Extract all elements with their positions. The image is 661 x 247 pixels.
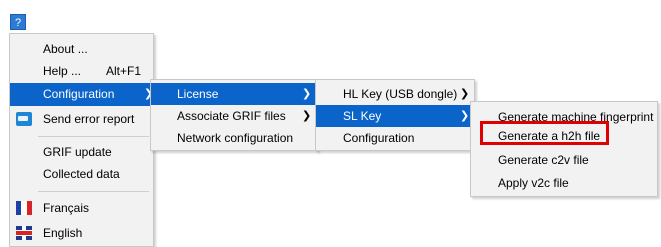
help-button[interactable]: ? — [10, 14, 26, 30]
menu-item-francais[interactable]: Français — [10, 197, 153, 219]
menu-item-label: SL Key — [343, 109, 382, 123]
license-submenu: HL Key (USB dongle) ❯ SL Key ❯ Configura… — [315, 79, 475, 151]
sl-key-submenu: Generate machine fingerprint Generate a … — [470, 101, 658, 197]
menu-item-english[interactable]: English — [10, 222, 153, 244]
menu-item-hl-key[interactable]: HL Key (USB dongle) ❯ — [316, 83, 474, 105]
submenu-arrow-icon: ❯ — [302, 110, 312, 122]
main-menu: About ... Help ... Alt+F1 Configuration … — [9, 33, 154, 247]
menu-item-collected-data[interactable]: Collected data — [10, 163, 153, 185]
menu-separator — [38, 191, 149, 192]
submenu-arrow-icon: ❯ — [460, 110, 470, 122]
menu-item-generate-h2h-file[interactable]: Generate a h2h file — [471, 125, 657, 147]
menu-item-about[interactable]: About ... — [10, 38, 153, 60]
menu-item-label: Send error report — [43, 112, 135, 126]
menu-item-label: License — [177, 87, 219, 101]
submenu-arrow-icon: ❯ — [302, 88, 312, 100]
menu-item-label: Generate a h2h file — [498, 129, 601, 143]
menu-item-label: Generate c2v file — [498, 153, 589, 167]
menu-item-grif-update[interactable]: GRIF update — [10, 141, 153, 163]
menu-item-apply-v2c-file[interactable]: Apply v2c file — [471, 172, 657, 194]
menu-separator — [38, 136, 149, 137]
menu-item-generate-c2v-file[interactable]: Generate c2v file — [471, 149, 657, 171]
menu-item-configuration[interactable]: Configuration ❯ — [10, 83, 153, 106]
configuration-submenu: License ❯ Associate GRIF files ❯ Network… — [150, 79, 318, 151]
menu-item-network-configuration[interactable]: Network configuration — [151, 127, 317, 149]
menu-item-label: Help ... — [43, 64, 82, 78]
menu-item-label: Configuration — [343, 131, 415, 145]
menu-item-help[interactable]: Help ... Alt+F1 — [10, 60, 153, 82]
english-flag-icon — [16, 226, 32, 240]
menu-item-send-error-report[interactable]: Send error report — [10, 108, 153, 130]
menu-item-label: About ... — [43, 42, 88, 56]
menu-item-label: Français — [43, 201, 90, 215]
menu-item-associate-grif-files[interactable]: Associate GRIF files ❯ — [151, 105, 317, 127]
menu-item-label: English — [43, 226, 83, 240]
submenu-arrow-icon: ❯ — [460, 88, 470, 100]
menu-item-label: Collected data — [43, 167, 120, 181]
french-flag-icon — [16, 201, 32, 215]
menu-item-label: Network configuration — [177, 131, 294, 145]
menu-item-label: Apply v2c file — [498, 176, 569, 190]
menu-item-label: HL Key (USB dongle) — [343, 87, 458, 101]
menu-item-label: Associate GRIF files — [177, 109, 286, 123]
menu-item-sl-key[interactable]: SL Key ❯ — [316, 105, 474, 127]
bug-report-icon — [16, 112, 32, 126]
menu-item-configuration[interactable]: Configuration — [316, 127, 474, 149]
menu-item-label: Configuration — [43, 87, 115, 101]
menu-item-label: GRIF update — [43, 145, 112, 159]
menu-item-license[interactable]: License ❯ — [151, 83, 317, 105]
help-shortcut: Alt+F1 — [106, 64, 142, 78]
